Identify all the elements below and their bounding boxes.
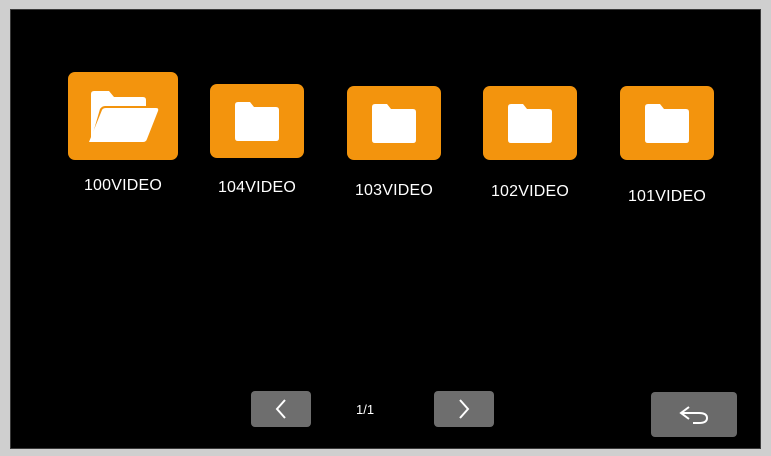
folder-label: 102VIDEO — [490, 183, 570, 200]
folder-icon — [645, 104, 689, 143]
chevron-left-icon — [275, 399, 286, 419]
file-browser-screen: 100VIDEO 104VIDEO 103VIDEO 102VIDEO 101V… — [10, 9, 761, 449]
prev-page-button[interactable] — [251, 391, 311, 427]
back-button[interactable] — [651, 392, 737, 437]
folder-item-103video[interactable]: 103VIDEO — [344, 86, 444, 200]
folder-label: 100VIDEO — [83, 177, 163, 194]
folder-tile — [68, 72, 178, 160]
next-page-button[interactable] — [434, 391, 494, 427]
folder-icon — [235, 102, 279, 141]
folder-open-icon — [89, 91, 159, 142]
return-arrow-icon — [679, 405, 709, 424]
folder-item-102video[interactable]: 102VIDEO — [480, 86, 580, 201]
folder-icon — [508, 104, 552, 143]
folder-icon — [372, 104, 416, 143]
folder-item-104video[interactable]: 104VIDEO — [207, 84, 307, 197]
folder-tile — [483, 86, 577, 160]
folder-label: 103VIDEO — [354, 182, 434, 199]
chevron-right-icon — [459, 399, 470, 419]
folder-label: 101VIDEO — [627, 188, 707, 205]
device-frame: 100VIDEO 104VIDEO 103VIDEO 102VIDEO 101V… — [0, 0, 771, 456]
folder-tile — [210, 84, 304, 158]
folder-tile — [347, 86, 441, 160]
folder-item-101video[interactable]: 101VIDEO — [617, 86, 717, 206]
folder-item-100video[interactable]: 100VIDEO — [67, 72, 179, 195]
folder-label: 104VIDEO — [217, 179, 297, 196]
page-indicator: 1/1 — [356, 402, 375, 417]
folder-tile — [620, 86, 714, 160]
